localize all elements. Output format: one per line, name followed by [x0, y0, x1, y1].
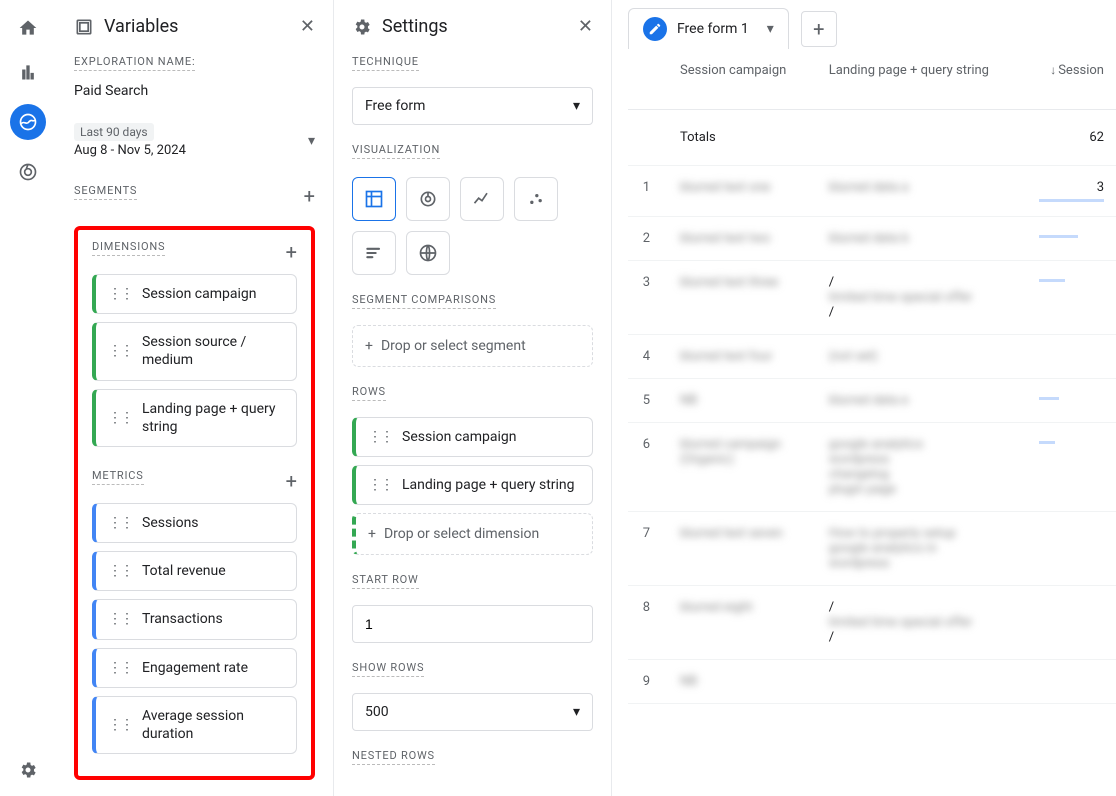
- add-dimension-button[interactable]: +: [286, 240, 297, 264]
- date-range-picker[interactable]: Last 90 days Aug 8 - Nov 5, 2024 ▾: [74, 117, 315, 164]
- segment-comparisons-label: SEGMENT COMPARISONS: [352, 293, 496, 309]
- settings-panel: Settings ✕ TECHNIQUE Free form ▾ VISUALI…: [334, 0, 612, 796]
- reports-icon[interactable]: [16, 60, 40, 84]
- drag-handle-icon: ⋮⋮: [368, 477, 392, 493]
- metric-chip[interactable]: ⋮⋮ Sessions: [92, 503, 297, 543]
- variables-title: Variables: [104, 16, 290, 37]
- plus-icon: +: [365, 338, 373, 354]
- segments-label: SEGMENTS: [74, 184, 137, 200]
- nav-rail: [0, 0, 56, 796]
- table-row[interactable]: 9 NB: [628, 659, 1116, 703]
- drag-handle-icon: ⋮⋮: [108, 717, 132, 733]
- chevron-down-icon: ▾: [308, 133, 315, 149]
- metric-chip[interactable]: ⋮⋮ Transactions: [92, 599, 297, 639]
- close-variables-button[interactable]: ✕: [300, 16, 315, 37]
- viz-geo-button[interactable]: [406, 231, 450, 275]
- viz-bar-button[interactable]: [352, 231, 396, 275]
- drag-handle-icon: ⋮⋮: [108, 660, 132, 676]
- col-sessions[interactable]: ↓Session: [1027, 49, 1116, 109]
- drag-handle-icon: ⋮⋮: [108, 563, 132, 579]
- chevron-down-icon: ▾: [573, 704, 580, 720]
- variables-icon: [74, 17, 94, 37]
- viz-scatter-button[interactable]: [514, 177, 558, 221]
- sort-arrow-icon: ↓: [1050, 63, 1056, 77]
- drop-segment-zone[interactable]: + Drop or select segment: [352, 325, 593, 367]
- dimensions-metrics-highlight: DIMENSIONS + ⋮⋮ Session campaign ⋮⋮ Sess…: [74, 226, 315, 780]
- add-metric-button[interactable]: +: [286, 469, 297, 493]
- pencil-icon: [643, 17, 667, 41]
- tab-label: Free form 1: [677, 21, 749, 37]
- tab-free-form[interactable]: Free form 1 ▾: [628, 8, 789, 49]
- exploration-name-label: EXPLORATION NAME:: [74, 55, 195, 71]
- table-row[interactable]: 6 blurred campaign(Organic) google analy…: [628, 422, 1116, 511]
- drag-handle-icon: ⋮⋮: [108, 343, 132, 359]
- dimension-chip[interactable]: ⋮⋮ Session source / medium: [92, 322, 297, 380]
- exploration-name-input[interactable]: Paid Search: [74, 83, 315, 99]
- data-table: Session campaign Landing page + query st…: [628, 49, 1116, 704]
- visualization-label: VISUALIZATION: [352, 143, 440, 159]
- metric-chip[interactable]: ⋮⋮ Average session duration: [92, 696, 297, 754]
- close-settings-button[interactable]: ✕: [578, 16, 593, 37]
- settings-title: Settings: [382, 16, 568, 37]
- chevron-down-icon: ▾: [573, 98, 580, 114]
- technique-select[interactable]: Free form ▾: [352, 87, 593, 125]
- viz-table-button[interactable]: [352, 177, 396, 221]
- drag-handle-icon: ⋮⋮: [108, 286, 132, 302]
- viz-donut-button[interactable]: [406, 177, 450, 221]
- table-row[interactable]: 4 blurred text four (not set): [628, 334, 1116, 378]
- variables-panel: Variables ✕ EXPLORATION NAME: Paid Searc…: [56, 0, 334, 796]
- show-rows-select[interactable]: 500 ▾: [352, 693, 593, 731]
- plus-icon: +: [368, 526, 376, 542]
- col-landing-page[interactable]: Landing page + query string: [817, 49, 1027, 109]
- technique-label: TECHNIQUE: [352, 55, 419, 71]
- drag-handle-icon: ⋮⋮: [368, 429, 392, 445]
- rows-label: ROWS: [352, 385, 386, 401]
- totals-value: 62: [1027, 109, 1116, 165]
- add-tab-button[interactable]: +: [801, 11, 837, 47]
- explore-icon[interactable]: [10, 104, 46, 140]
- table-row[interactable]: 8 blurred eight /limited time special of…: [628, 585, 1116, 659]
- start-row-label: START ROW: [352, 573, 419, 589]
- viz-line-button[interactable]: [460, 177, 504, 221]
- metrics-label: METRICS: [92, 469, 144, 485]
- drag-handle-icon: ⋮⋮: [108, 515, 132, 531]
- table-row[interactable]: 7 blurred text seven How to properly set…: [628, 511, 1116, 585]
- row-chip[interactable]: ⋮⋮ Session campaign: [352, 417, 593, 457]
- table-row[interactable]: 1 blurred text one blurred data a 3: [628, 165, 1116, 216]
- nested-rows-label: NESTED ROWS: [352, 749, 435, 765]
- home-icon[interactable]: [16, 16, 40, 40]
- table-row[interactable]: 3 blurred text three /limited time speci…: [628, 260, 1116, 334]
- admin-gear-icon[interactable]: [16, 758, 40, 782]
- main-content: Free form 1 ▾ + Session campaign Landing…: [612, 0, 1116, 796]
- add-segment-button[interactable]: +: [304, 184, 315, 208]
- metric-chip[interactable]: ⋮⋮ Total revenue: [92, 551, 297, 591]
- dimension-chip[interactable]: ⋮⋮ Landing page + query string: [92, 389, 297, 447]
- totals-label: Totals: [668, 109, 817, 165]
- chevron-down-icon: ▾: [767, 21, 774, 37]
- col-session-campaign[interactable]: Session campaign: [668, 49, 817, 109]
- dimension-chip[interactable]: ⋮⋮ Session campaign: [92, 274, 297, 314]
- date-range-text: Aug 8 - Nov 5, 2024: [74, 143, 186, 158]
- drag-handle-icon: ⋮⋮: [108, 611, 132, 627]
- drag-handle-icon: ⋮⋮: [108, 410, 132, 426]
- dimensions-label: DIMENSIONS: [92, 240, 165, 256]
- gear-icon: [352, 17, 372, 37]
- row-chip[interactable]: ⋮⋮ Landing page + query string: [352, 465, 593, 505]
- show-rows-label: SHOW ROWS: [352, 661, 424, 677]
- metric-chip[interactable]: ⋮⋮ Engagement rate: [92, 648, 297, 688]
- advertising-icon[interactable]: [16, 160, 40, 184]
- table-row[interactable]: 2 blurred text two blurred data b: [628, 216, 1116, 260]
- date-preset: Last 90 days: [74, 123, 154, 141]
- drop-dimension-zone[interactable]: + Drop or select dimension: [352, 513, 593, 555]
- start-row-input[interactable]: [352, 605, 593, 643]
- table-row[interactable]: 5 NB blurred data e: [628, 378, 1116, 422]
